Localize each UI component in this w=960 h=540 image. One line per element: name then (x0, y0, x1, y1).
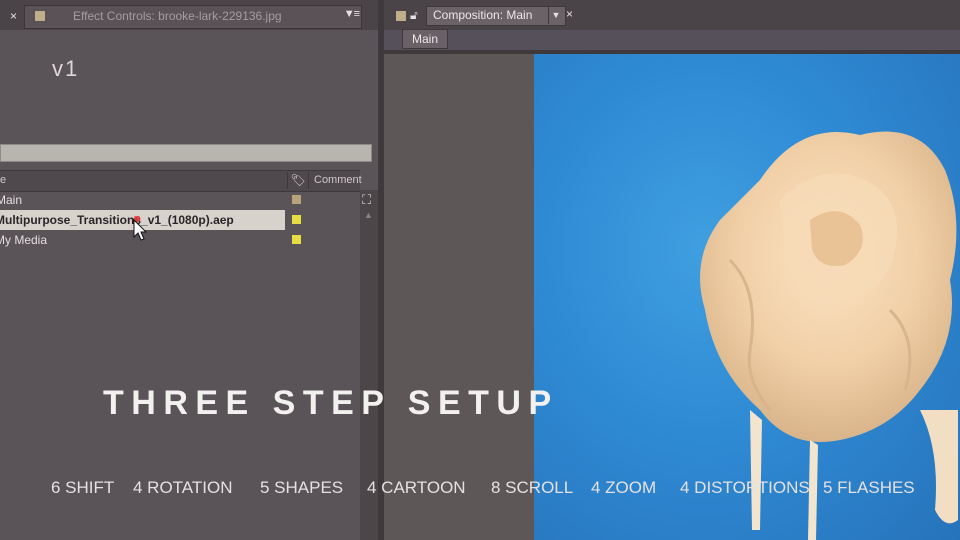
feature-item: 4 DISTORTIONS (680, 478, 810, 497)
comp-breadcrumb-main[interactable]: Main (402, 29, 448, 49)
column-comment-header[interactable]: Comment (314, 174, 362, 186)
label-color-chip (292, 235, 301, 244)
feature-item: 5 SHAPES (260, 478, 344, 497)
chevron-down-icon[interactable]: ▼ (548, 7, 563, 24)
version-label: v1 (52, 56, 80, 81)
feature-item: 4 ZOOM (591, 478, 657, 497)
project-item-main[interactable]: Main (0, 190, 360, 210)
headline-text: THREE STEP SETUP (103, 384, 559, 422)
project-panel (0, 30, 378, 540)
search-input[interactable] (0, 144, 372, 162)
panel-color-swatch (35, 11, 45, 21)
project-item-my-media[interactable]: My Media (0, 230, 360, 250)
mouse-cursor-icon (133, 216, 148, 241)
label-tag-icon[interactable]: 🏷︎ (287, 172, 309, 189)
close-icon[interactable]: × (10, 6, 17, 26)
project-item-aep[interactable]: Multipurpose_Transitions_v1_(1080p).aep (0, 210, 360, 230)
project-list-header: e 🏷︎ Comment (0, 170, 362, 192)
feature-list: 6 SHIFT 4 ROTATION 5 SHAPES 4 CARTOON 8 … (0, 478, 960, 502)
feature-item: 8 SCROLL (491, 478, 574, 497)
label-color-chip (292, 195, 301, 204)
panel-color-swatch (396, 11, 406, 21)
tab-effect-controls-label: Effect Controls: brooke-lark-229136.jpg (73, 9, 282, 23)
feature-item: 4 CARTOON (367, 478, 466, 497)
viewer-pasteboard (384, 54, 534, 540)
scroll-up-icon[interactable]: ▲ (364, 210, 373, 220)
flowchart-icon[interactable]: ⛶ (362, 192, 371, 208)
feature-item: 4 ROTATION (133, 478, 233, 497)
tab-effect-controls[interactable]: Effect Controls: brooke-lark-229136.jpg … (24, 5, 362, 29)
left-panel-tab-stub[interactable]: × (0, 6, 24, 26)
composition-selector-label: Composition: Main (433, 8, 533, 22)
label-color-chip (292, 215, 301, 224)
project-item-label: Multipurpose_Transitions_v1_(1080p).aep (0, 213, 234, 227)
feature-item: 6 SHIFT (51, 478, 115, 497)
column-name-header[interactable]: e (0, 174, 6, 186)
lock-icon[interactable]: 🔓︎ (410, 8, 418, 23)
close-icon[interactable]: × (566, 7, 573, 21)
project-item-label: Main (0, 193, 23, 207)
comp-breadcrumb-label: Main (412, 32, 439, 46)
project-item-label: My Media (0, 233, 48, 247)
rose-image (700, 131, 958, 540)
tab-composition[interactable]: 🔓︎ Composition: Main ▼ × (390, 5, 580, 27)
panel-menu-icon[interactable]: ▼≡ (344, 8, 360, 20)
composition-selector[interactable]: Composition: Main ▼ (426, 6, 566, 26)
feature-item: 5 FLASHES (823, 478, 915, 497)
